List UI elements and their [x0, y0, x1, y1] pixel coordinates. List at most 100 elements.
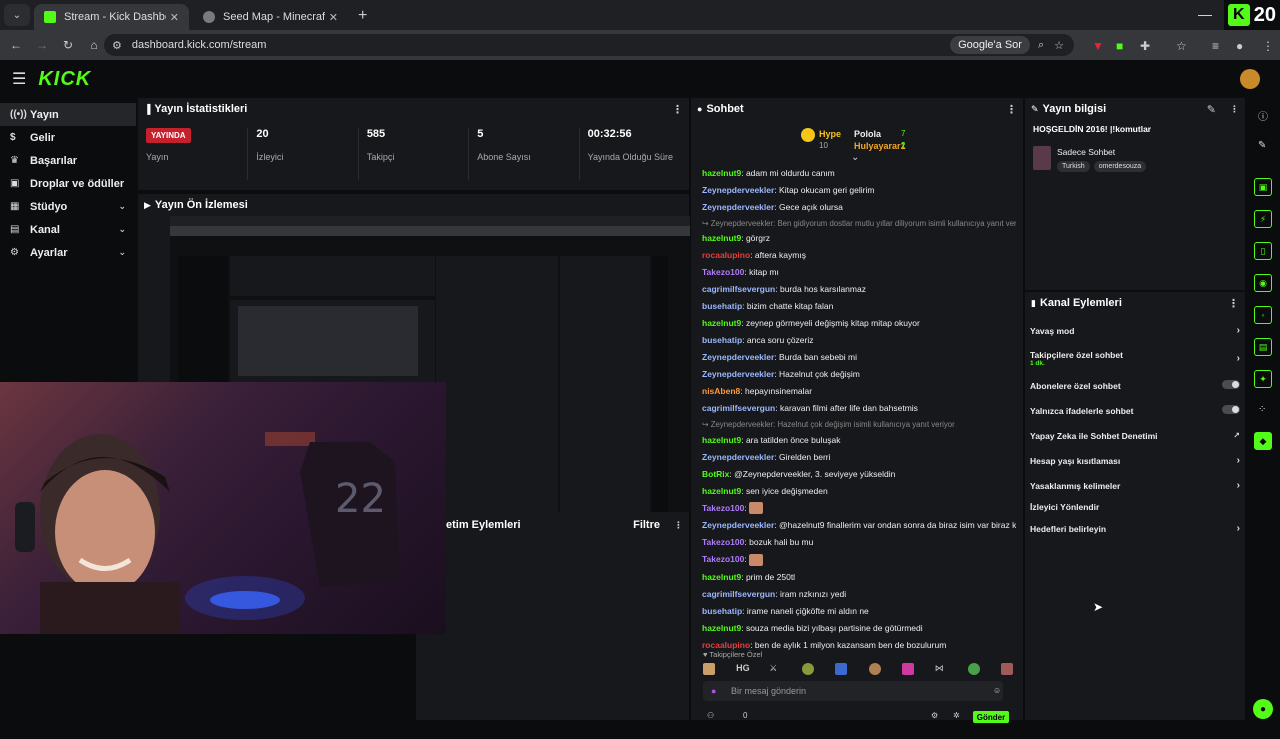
chat-username[interactable]: hazelnut9 — [702, 486, 741, 496]
chat-username[interactable]: cagrimilfsevergun — [702, 284, 775, 294]
chat-username[interactable]: Zeynepderveekler — [702, 202, 774, 212]
browser-tab-active[interactable]: Stream - Kick Dashboard ✕ — [34, 4, 189, 30]
action-raid[interactable]: İzleyici Yönlendir — [1025, 498, 1245, 516]
forward-icon[interactable]: → — [30, 38, 54, 52]
chat-username[interactable]: Takezo100 — [702, 537, 744, 547]
media-icon[interactable]: ≡ — [1212, 39, 1219, 53]
more-options-icon[interactable]: ⋮ — [1230, 104, 1239, 115]
action-subscribers-only[interactable]: Abonelere özel sohbet — [1025, 373, 1245, 398]
sidebar-item-kanal[interactable]: ▤ Kanal ⌄ — [0, 218, 136, 241]
bookmark-star-icon[interactable]: ☆ — [1054, 39, 1064, 52]
chat-username[interactable]: Zeynepderveekler — [702, 352, 774, 362]
tab-search-button[interactable]: ⌄ — [4, 4, 30, 26]
emote-icon[interactable]: ⋈ — [935, 663, 947, 675]
reload-icon[interactable]: ↻ — [56, 38, 80, 52]
sidebar-item-studyo[interactable]: ▦ Stüdyo ⌄ — [0, 195, 136, 218]
close-tab-icon[interactable]: ✕ — [170, 11, 179, 24]
action-ai-moderation[interactable]: Yapay Zeka ile Sohbet Denetimi ↗ — [1025, 423, 1245, 448]
zoom-icon[interactable]: ⌕ — [1038, 39, 1044, 52]
category-thumbnail[interactable] — [1033, 146, 1051, 170]
chat-username[interactable]: hazelnut9 — [702, 435, 741, 445]
users-icon[interactable]: ⚇ — [707, 711, 714, 720]
sidebar-item-basarilar[interactable]: ♛ Başarılar — [0, 149, 136, 172]
kick-extension-icon[interactable]: ■ — [1116, 39, 1123, 53]
chat-settings-icon[interactable]: ⚙ — [931, 711, 938, 720]
category-name[interactable]: Sadece Sohbet — [1057, 147, 1115, 157]
menu-icon[interactable]: ☰ — [12, 69, 26, 89]
action-slow-mode[interactable]: Yavaş mod › — [1025, 318, 1245, 343]
chat-message-input[interactable]: Bir mesaj gönderin — [703, 681, 1003, 701]
chat-username[interactable]: BotRix — [702, 469, 729, 479]
kick-logo[interactable]: KICK — [38, 68, 91, 91]
chat-username[interactable]: busehatip — [702, 301, 742, 311]
browser-tab[interactable]: Seed Map - Minecraft App ✕ — [193, 4, 348, 30]
broadcast-icon[interactable]: ◦ — [1254, 306, 1272, 324]
emote-icon[interactable] — [901, 663, 914, 675]
chat-username[interactable]: hazelnut9 — [702, 623, 741, 633]
chat-username[interactable]: busehatip — [702, 606, 742, 616]
chat-username[interactable]: Zeynepderveekler — [702, 185, 774, 195]
chat-icon[interactable]: ◉ — [1254, 274, 1272, 292]
help-chat-icon[interactable]: ● — [1253, 699, 1273, 719]
chat-username[interactable]: Zeynepderveekler — [702, 520, 774, 530]
emote-icon[interactable] — [967, 663, 980, 675]
chat-username[interactable]: rocaalupino — [702, 640, 750, 650]
sidebar-item-gelir[interactable]: $ Gelir — [0, 126, 136, 149]
share-icon[interactable]: ⁘ — [1258, 404, 1266, 415]
chat-username[interactable]: nisAben8 — [702, 386, 740, 396]
layout-icon[interactable]: ▤ — [1254, 338, 1272, 356]
new-tab-button[interactable]: + — [358, 7, 367, 25]
profile-icon[interactable]: ● — [1236, 39, 1243, 53]
chat-username[interactable]: hazelnut9 — [702, 233, 741, 243]
emote-icon[interactable] — [1000, 663, 1013, 675]
google-ask-button[interactable]: Google'a Sor — [950, 36, 1030, 54]
tag-chip[interactable]: Turkish — [1057, 161, 1090, 172]
chat-username[interactable]: Zeynepderveekler — [702, 452, 774, 462]
emote-icon[interactable]: ⚔ — [769, 663, 781, 675]
action-followers-only[interactable]: Takipçilere özel sohbet 1 dk. › — [1025, 343, 1245, 373]
info-icon[interactable]: ⓘ — [1258, 108, 1268, 123]
more-options-icon[interactable]: ⋮ — [1228, 297, 1239, 310]
chat-username[interactable]: cagrimilfsevergun — [702, 403, 775, 413]
top-gifter-name[interactable]: Polola — [854, 129, 881, 139]
action-goals[interactable]: Hedefleri belirleyin › — [1025, 516, 1245, 541]
emote-icon[interactable] — [802, 663, 815, 675]
expand-icon[interactable]: ⌄ — [851, 152, 859, 163]
tag-chip[interactable]: omerdesouza — [1093, 161, 1147, 172]
user-avatar[interactable] — [1240, 69, 1260, 89]
top-gifter-name[interactable]: Hulyayarar1 — [854, 141, 906, 151]
active-tool-icon[interactable]: ◆ — [1254, 432, 1272, 450]
send-button[interactable]: Gönder — [973, 711, 1009, 723]
site-info-icon[interactable]: ⚙ — [112, 39, 122, 52]
emote-icon[interactable] — [835, 663, 848, 675]
more-options-icon[interactable]: ⋮ — [674, 520, 683, 531]
sidebar-item-yayin[interactable]: ((•)) Yayın — [0, 103, 136, 126]
minimize-icon[interactable]: — — [1198, 6, 1212, 22]
home-icon[interactable]: ⌂ — [82, 38, 106, 52]
chat-username[interactable]: hazelnut9 — [702, 168, 741, 178]
chat-username[interactable]: cagrimilfsevergun — [702, 589, 775, 599]
extension-icon[interactable]: ▼ — [1092, 39, 1104, 53]
mic-icon[interactable]: ● — [711, 686, 716, 696]
emote-icon[interactable] — [703, 663, 715, 675]
more-options-icon[interactable]: ⋮ — [1006, 103, 1017, 116]
mobile-icon[interactable]: ▯ — [1254, 242, 1272, 260]
emote-icon[interactable] — [868, 663, 881, 675]
menu-dots-icon[interactable]: ⋮ — [1262, 39, 1274, 53]
sidebar-item-droplar[interactable]: ▣ Droplar ve ödüller — [0, 172, 136, 195]
chat-username[interactable]: hazelnut9 — [702, 572, 741, 582]
chat-username[interactable]: hazelnut9 — [702, 318, 741, 328]
action-emotes-only[interactable]: Yalnızca ifadelerle sohbet — [1025, 398, 1245, 423]
filter-button[interactable]: Filtre — [633, 519, 660, 531]
gear-icon[interactable]: ✲ — [953, 711, 960, 720]
chat-username[interactable]: rocaalupino — [702, 250, 750, 260]
action-account-age[interactable]: Hesap yaşı kısıtlaması › — [1025, 448, 1245, 473]
edit-icon[interactable]: ✎ — [1258, 140, 1266, 151]
lightning-icon[interactable]: ⚡ — [1254, 210, 1272, 228]
chat-username[interactable]: Takezo100 — [702, 554, 744, 564]
emote-icon[interactable]: HG — [736, 663, 750, 675]
sidebar-item-ayarlar[interactable]: ⚙ Ayarlar ⌄ — [0, 241, 136, 264]
action-banned-words[interactable]: Yasaklanmış kelimeler › — [1025, 473, 1245, 498]
clip-icon[interactable]: ▣ — [1254, 178, 1272, 196]
edit-icon[interactable]: ✎ — [1207, 103, 1216, 116]
